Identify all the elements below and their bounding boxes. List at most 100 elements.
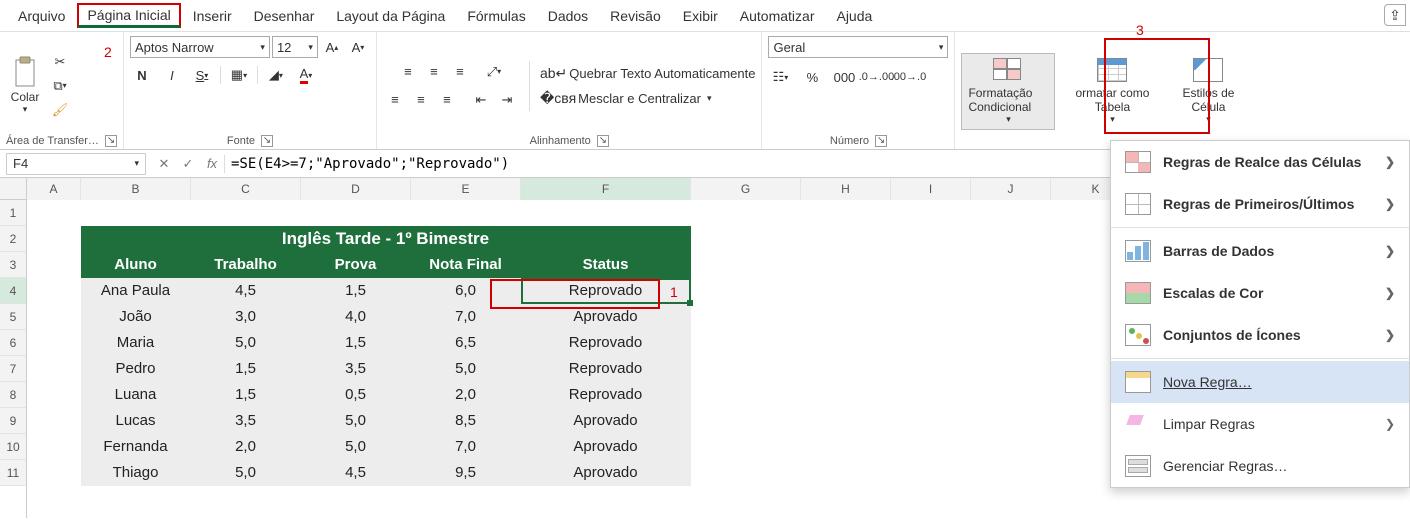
- col-header[interactable]: A: [27, 178, 81, 200]
- menu-new-rule[interactable]: Nova Regra…: [1111, 361, 1409, 403]
- clipboard-launcher[interactable]: ↘: [105, 135, 117, 147]
- row-header[interactable]: 5: [0, 304, 26, 330]
- cell[interactable]: Thiago: [81, 460, 191, 486]
- cell[interactable]: Aprovado: [521, 460, 691, 486]
- row-header[interactable]: 3: [0, 252, 26, 278]
- cell[interactable]: Aprovado: [521, 434, 691, 460]
- cell[interactable]: 5,0: [191, 330, 301, 356]
- col-header[interactable]: C: [191, 178, 301, 200]
- cell[interactable]: Lucas: [81, 408, 191, 434]
- number-launcher[interactable]: ↘: [875, 135, 887, 147]
- align-left-button[interactable]: ≡: [383, 89, 407, 111]
- cell[interactable]: 3,0: [191, 304, 301, 330]
- menu-arquivo[interactable]: Arquivo: [8, 4, 75, 28]
- row-header[interactable]: 1: [0, 200, 26, 226]
- col-header[interactable]: J: [971, 178, 1051, 200]
- cell[interactable]: 1,5: [301, 330, 411, 356]
- cell[interactable]: Pedro: [81, 356, 191, 382]
- cell[interactable]: 7,0: [411, 434, 521, 460]
- merge-center-button[interactable]: �свя Mesclar e Centralizar ▾: [540, 90, 712, 107]
- cell[interactable]: Reprovado: [521, 330, 691, 356]
- italic-button[interactable]: I: [160, 64, 184, 86]
- cell[interactable]: Ana Paula: [81, 278, 191, 304]
- fill-color-button[interactable]: ◢▾: [264, 64, 288, 86]
- cell[interactable]: 3,5: [301, 356, 411, 382]
- col-header[interactable]: E: [411, 178, 521, 200]
- align-center-button[interactable]: ≡: [409, 89, 433, 111]
- table-title[interactable]: Inglês Tarde - 1º Bimestre: [81, 226, 691, 252]
- col-header[interactable]: H: [801, 178, 891, 200]
- cancel-formula-button[interactable]: ✕: [152, 156, 176, 172]
- increase-decimal-button[interactable]: .0→.00: [864, 66, 888, 88]
- row-header[interactable]: 9: [0, 408, 26, 434]
- selected-cell[interactable]: Reprovado: [521, 278, 691, 304]
- cell[interactable]: Fernanda: [81, 434, 191, 460]
- row-header[interactable]: 10: [0, 434, 26, 460]
- cell[interactable]: Reprovado: [521, 356, 691, 382]
- row-header[interactable]: 2: [0, 226, 26, 252]
- paste-button[interactable]: Colar ▾: [6, 54, 44, 117]
- row-header[interactable]: 6: [0, 330, 26, 356]
- comma-button[interactable]: 000: [832, 66, 856, 88]
- cell[interactable]: Maria: [81, 330, 191, 356]
- table-header[interactable]: Status: [521, 252, 691, 278]
- format-painter-button[interactable]: 🖌: [48, 99, 72, 121]
- cell[interactable]: 9,5: [411, 460, 521, 486]
- cell[interactable]: Aprovado: [521, 304, 691, 330]
- align-right-button[interactable]: ≡: [435, 89, 459, 111]
- cell-styles-button[interactable]: Estilos de Célula ▾: [1169, 56, 1247, 128]
- menu-top-bottom-rules[interactable]: Regras de Primeiros/Últimos ❯: [1111, 183, 1409, 225]
- cell[interactable]: 4,5: [191, 278, 301, 304]
- cell[interactable]: 5,0: [191, 460, 301, 486]
- col-header[interactable]: D: [301, 178, 411, 200]
- cell[interactable]: Reprovado: [521, 382, 691, 408]
- underline-button[interactable]: S▾: [190, 64, 214, 86]
- menu-inserir[interactable]: Inserir: [183, 4, 242, 28]
- font-launcher[interactable]: ↘: [261, 135, 273, 147]
- wrap-text-button[interactable]: ab↵ Quebrar Texto Automaticamente: [540, 65, 756, 82]
- menu-desenhar[interactable]: Desenhar: [244, 4, 325, 28]
- percent-button[interactable]: %: [800, 66, 824, 88]
- table-header[interactable]: Trabalho: [191, 252, 301, 278]
- align-bottom-button[interactable]: ≡: [448, 61, 472, 83]
- cut-button[interactable]: ✂: [48, 51, 72, 73]
- menu-revisao[interactable]: Revisão: [600, 4, 671, 28]
- col-header[interactable]: B: [81, 178, 191, 200]
- borders-button[interactable]: ▦▾: [227, 64, 251, 86]
- cell[interactable]: 6,5: [411, 330, 521, 356]
- cell[interactable]: Luana: [81, 382, 191, 408]
- font-color-button[interactable]: A▾: [294, 64, 318, 86]
- share-icon[interactable]: ⇪: [1384, 4, 1406, 26]
- copy-button[interactable]: ⧉▾: [48, 75, 72, 97]
- table-header[interactable]: Prova: [301, 252, 411, 278]
- cell[interactable]: 2,0: [411, 382, 521, 408]
- cell[interactable]: 5,0: [411, 356, 521, 382]
- menu-dados[interactable]: Dados: [538, 4, 598, 28]
- row-header[interactable]: 11: [0, 460, 26, 486]
- bold-button[interactable]: N: [130, 64, 154, 86]
- alignment-launcher[interactable]: ↘: [597, 135, 609, 147]
- cell[interactable]: 1,5: [301, 278, 411, 304]
- menu-ajuda[interactable]: Ajuda: [826, 4, 882, 28]
- cell[interactable]: 4,5: [301, 460, 411, 486]
- menu-color-scales[interactable]: Escalas de Cor ❯: [1111, 272, 1409, 314]
- cell[interactable]: 2,0: [191, 434, 301, 460]
- accept-formula-button[interactable]: ✓: [176, 156, 200, 172]
- cell[interactable]: Aprovado: [521, 408, 691, 434]
- cell[interactable]: 8,5: [411, 408, 521, 434]
- menu-icon-sets[interactable]: Conjuntos de Ícones ❯: [1111, 314, 1409, 356]
- cell[interactable]: 4,0: [301, 304, 411, 330]
- row-header[interactable]: 7: [0, 356, 26, 382]
- menu-pagina-inicial[interactable]: Página Inicial: [77, 3, 180, 28]
- grow-font-button[interactable]: A▴: [320, 36, 344, 58]
- cell[interactable]: 1,5: [191, 356, 301, 382]
- conditional-formatting-button[interactable]: Formatação Condicional ▾: [961, 53, 1055, 131]
- orientation-button[interactable]: ⤢▾: [482, 61, 506, 83]
- cell[interactable]: 7,0: [411, 304, 521, 330]
- accounting-button[interactable]: ☷▾: [768, 66, 792, 88]
- cell[interactable]: João: [81, 304, 191, 330]
- shrink-font-button[interactable]: A▾: [346, 36, 370, 58]
- align-middle-button[interactable]: ≡: [422, 61, 446, 83]
- cell[interactable]: 1,5: [191, 382, 301, 408]
- table-header[interactable]: Nota Final: [411, 252, 521, 278]
